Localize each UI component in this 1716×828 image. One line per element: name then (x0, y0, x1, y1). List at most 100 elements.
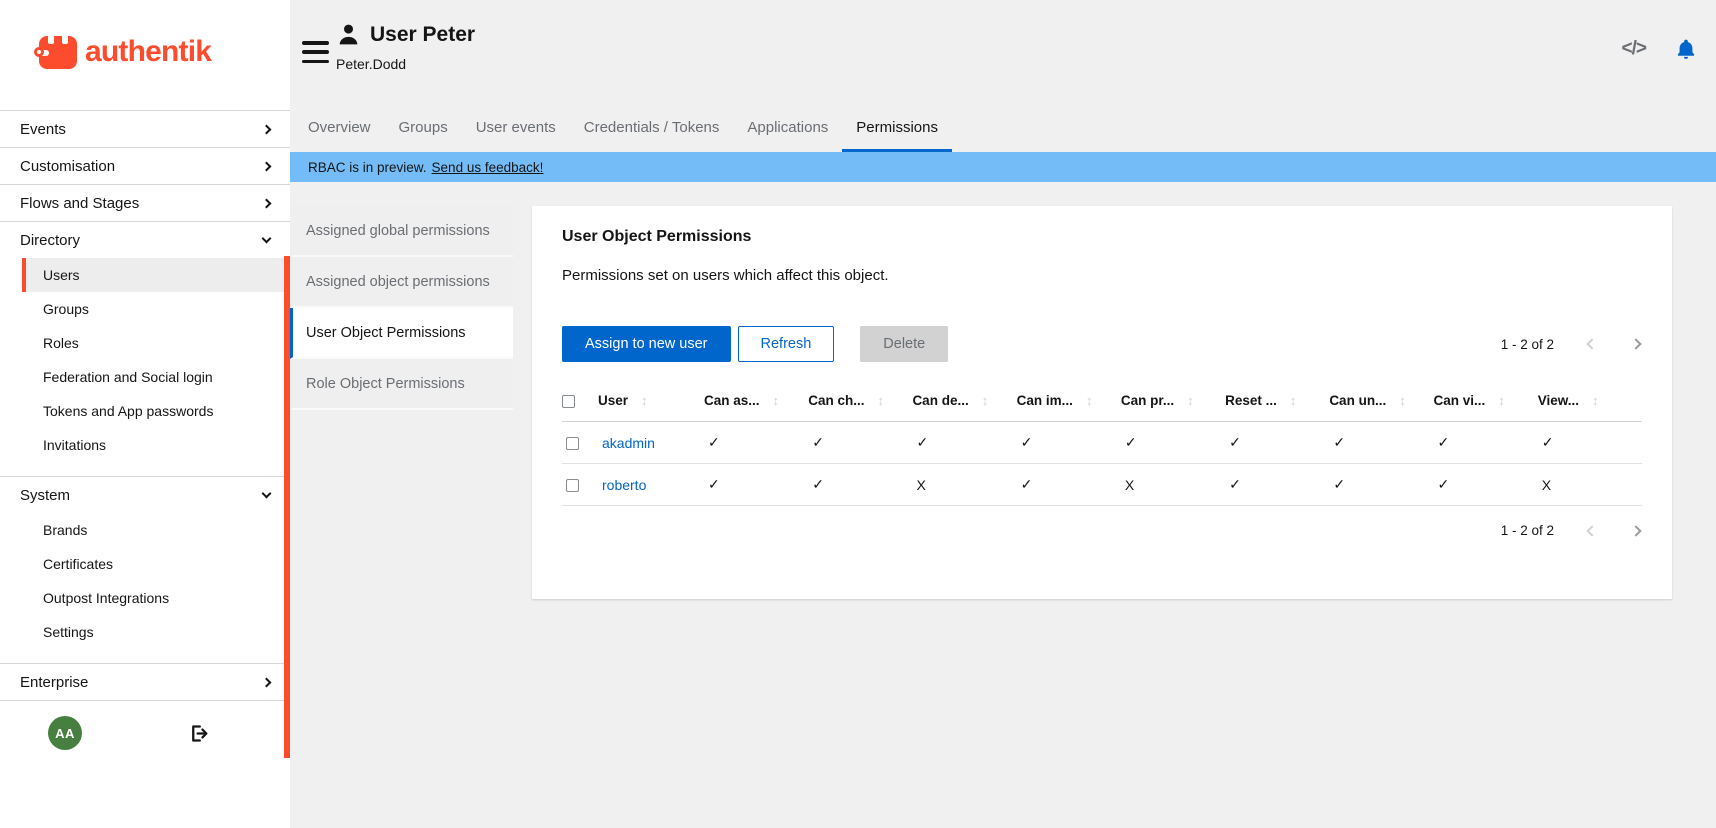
column-header-can-im[interactable]: Can im...↕ (1017, 380, 1121, 422)
logo-text: authentik (85, 35, 211, 69)
tab-overview[interactable]: Overview (294, 105, 385, 152)
feedback-link[interactable]: Send us feedback! (432, 160, 544, 175)
sort-icon[interactable]: ↕ (1498, 393, 1505, 408)
pagination-bottom: 1 - 2 of 2 (1501, 523, 1642, 538)
authentik-logo[interactable]: authentik (0, 0, 290, 104)
sort-icon[interactable]: ↕ (1187, 393, 1194, 408)
chevron-right-icon (262, 124, 272, 134)
sort-icon[interactable]: ↕ (982, 393, 989, 408)
app-window: authentik Events Customisation Flows and… (0, 0, 1716, 828)
chevron-down-icon (262, 489, 272, 499)
permission-cell: ✓ (1329, 422, 1433, 464)
sidebar-item-events[interactable]: Events (0, 111, 290, 147)
permission-cell: ✓ (912, 422, 1016, 464)
sidebar-item-label: Flows and Stages (20, 195, 139, 212)
side-tab-user-object-permissions[interactable]: User Object Permissions (290, 308, 513, 359)
tab-credentials-tokens[interactable]: Credentials / Tokens (570, 105, 734, 152)
user-icon (336, 22, 361, 47)
sidebar-item-label: System (20, 487, 70, 504)
delete-button[interactable]: Delete (860, 326, 948, 362)
sort-icon[interactable]: ↕ (641, 393, 648, 408)
sidebar-item-federation-and-social-login[interactable]: Federation and Social login (22, 360, 290, 394)
column-header-reset[interactable]: Reset ...↕ (1225, 380, 1329, 422)
permission-cell: ✓ (1121, 422, 1225, 464)
chevron-right-icon (262, 198, 272, 208)
banner-text: RBAC is in preview. (308, 160, 427, 175)
hamburger-icon (302, 41, 329, 45)
sidebar-footer: AA (0, 706, 290, 760)
menu-toggle-button[interactable] (302, 41, 329, 63)
table-row: roberto ✓ ✓ X ✓ X ✓ ✓ ✓ X (562, 464, 1642, 506)
column-header-can-de[interactable]: Can de...↕ (912, 380, 1016, 422)
sidebar-item-users[interactable]: Users (22, 258, 290, 292)
sort-icon[interactable]: ↕ (1592, 393, 1599, 408)
column-header-can-as[interactable]: Can as...↕ (704, 380, 808, 422)
permission-cell: ✓ (1434, 464, 1538, 506)
sidebar-item-label: Events (20, 121, 66, 138)
side-tab-role-object-permissions[interactable]: Role Object Permissions (290, 359, 513, 410)
permission-cell: ✓ (704, 464, 808, 506)
permission-cell: ✓ (1329, 464, 1433, 506)
card-title: User Object Permissions (562, 228, 1642, 246)
pagination-next-button[interactable] (1630, 338, 1642, 350)
sidebar-item-groups[interactable]: Groups (22, 292, 290, 326)
chevron-left-icon (1586, 525, 1597, 536)
notifications-bell-icon[interactable] (1675, 38, 1697, 60)
pagination-range: 1 - 2 of 2 (1501, 337, 1554, 352)
column-header-view[interactable]: View...↕ (1538, 380, 1642, 422)
table-header-row: User↕ Can as...↕ Can ch...↕ Can de...↕ C… (562, 380, 1642, 422)
tab-user-events[interactable]: User events (462, 105, 570, 152)
page-title: User Peter (370, 23, 475, 47)
side-tab-assigned-object-permissions[interactable]: Assigned object permissions (290, 257, 513, 308)
row-checkbox[interactable] (566, 437, 579, 450)
sidebar-item-customisation[interactable]: Customisation (0, 148, 290, 184)
sidebar-item-directory[interactable]: Directory (0, 222, 290, 258)
sort-icon[interactable]: ↕ (1086, 393, 1093, 408)
pagination-prev-button[interactable] (1586, 338, 1598, 350)
sort-icon[interactable]: ↕ (877, 393, 884, 408)
permission-cell: ✓ (1538, 422, 1642, 464)
assign-to-new-user-button[interactable]: Assign to new user (562, 326, 731, 362)
sidebar-item-certificates[interactable]: Certificates (22, 547, 290, 581)
permission-cell: ✓ (1225, 464, 1329, 506)
api-code-icon[interactable]: </> (1622, 38, 1646, 60)
pagination-next-button[interactable] (1630, 525, 1642, 537)
page-title-block: User Peter Peter.Dodd (336, 22, 475, 72)
sidebar-item-tokens-and-app-passwords[interactable]: Tokens and App passwords (22, 394, 290, 428)
permission-cell: ✓ (1017, 422, 1121, 464)
sidebar-item-outpost-integrations[interactable]: Outpost Integrations (22, 581, 290, 615)
sidebar-scrollbar-thumb[interactable] (284, 256, 290, 758)
user-link[interactable]: roberto (602, 477, 646, 493)
page-header: User Peter Peter.Dodd </> (290, 0, 1716, 105)
chevron-down-icon (262, 234, 272, 244)
row-checkbox[interactable] (566, 479, 579, 492)
user-link[interactable]: akadmin (602, 435, 655, 451)
column-header-can-ch[interactable]: Can ch...↕ (808, 380, 912, 422)
sidebar-item-flows-and-stages[interactable]: Flows and Stages (0, 185, 290, 221)
pagination-range: 1 - 2 of 2 (1501, 523, 1554, 538)
sidebar-item-system[interactable]: System (0, 477, 290, 513)
avatar[interactable]: AA (48, 716, 82, 750)
pagination-prev-button[interactable] (1586, 525, 1598, 537)
sidebar-item-brands[interactable]: Brands (22, 513, 290, 547)
tab-permissions[interactable]: Permissions (842, 105, 952, 152)
select-all-checkbox[interactable] (562, 395, 575, 408)
tab-applications[interactable]: Applications (733, 105, 842, 152)
sidebar-item-roles[interactable]: Roles (22, 326, 290, 360)
logout-icon[interactable] (188, 723, 209, 744)
sidebar-item-invitations[interactable]: Invitations (22, 428, 290, 462)
sidebar-item-enterprise[interactable]: Enterprise (0, 664, 290, 700)
column-header-can-vi[interactable]: Can vi...↕ (1434, 380, 1538, 422)
sort-icon[interactable]: ↕ (1290, 393, 1297, 408)
sort-icon[interactable]: ↕ (773, 393, 780, 408)
sidebar-item-settings[interactable]: Settings (22, 615, 290, 649)
column-header-can-un[interactable]: Can un...↕ (1329, 380, 1433, 422)
sidebar-item-label: Directory (20, 232, 80, 249)
side-tab-assigned-global-permissions[interactable]: Assigned global permissions (290, 206, 513, 257)
tab-groups[interactable]: Groups (385, 105, 462, 152)
column-header-user[interactable]: User↕ (598, 380, 704, 422)
refresh-button[interactable]: Refresh (738, 326, 835, 362)
select-all-header (562, 380, 598, 422)
column-header-can-pr[interactable]: Can pr...↕ (1121, 380, 1225, 422)
sort-icon[interactable]: ↕ (1399, 393, 1406, 408)
